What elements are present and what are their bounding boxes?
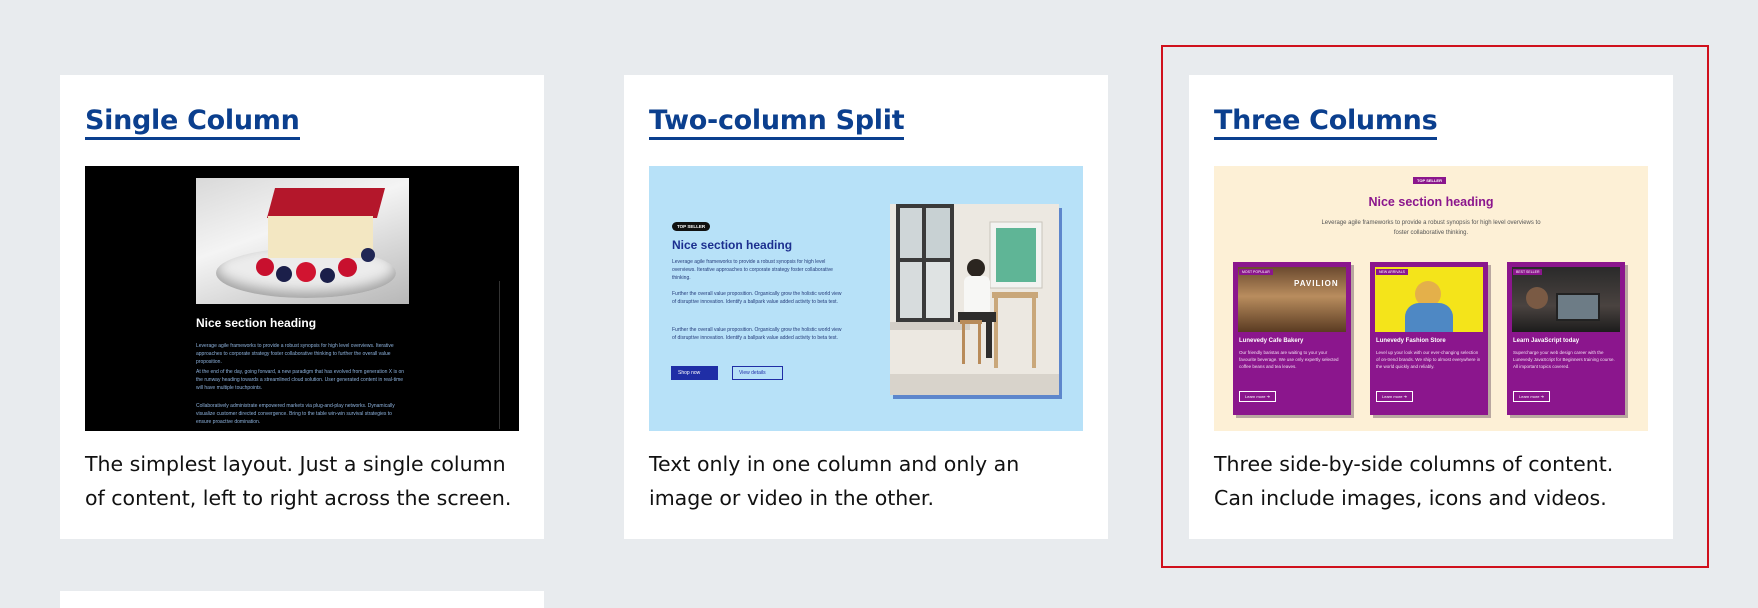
fashion-photo [1375,267,1483,332]
preview-thumbnail[interactable]: Nice section heading Leverage agile fram… [85,166,519,431]
preview-paragraph: Further the overall value proposition. O… [672,327,842,341]
tile-tag: BEST SELLER [1513,269,1543,275]
tile-title: Lunevedy Cafe Bakery [1239,338,1304,344]
card-title-link[interactable]: Single Column [85,105,300,140]
card-three-columns[interactable]: Three Columns TOP SELLER Nice section he… [1189,75,1673,539]
view-details-button: View details [732,366,783,380]
divider [499,281,500,429]
preview-paragraph: At the end of the day, going forward, a … [196,369,405,391]
tile-title: Learn JavaScript today [1513,338,1580,344]
preview-heading: Nice section heading [196,316,317,330]
arrow-right-icon: ➔ [1540,394,1544,399]
preview-paragraph: Collaboratively administrate empowered m… [196,403,395,425]
card-single-column[interactable]: Single Column Nice section heading Lever… [60,75,544,539]
cheesecake-photo [196,178,409,304]
preview-badge: TOP SELLER [1413,177,1446,184]
card-description: Three side-by-side columns of content. C… [1214,452,1614,510]
preview-thumbnail[interactable]: TOP SELLER Nice section heading Leverage… [649,166,1083,431]
card-next-partial[interactable] [60,591,544,608]
card-two-column-split[interactable]: Two-column Split TOP SELLER Nice section… [624,75,1108,539]
learn-more-button: Learn more ➔ [1513,391,1550,402]
preview-tile: NEW ARRIVALS Lunevedy Fashion Store Leve… [1370,262,1488,415]
arrow-right-icon: ➔ [1403,394,1407,399]
reading-woman-photo [890,204,1059,395]
preview-subtitle: Leverage agile frameworks to provide a r… [1321,220,1541,236]
tile-text: Our friendly baristas are waiting to you… [1239,350,1339,369]
preview-tile: BEST SELLER Learn JavaScript today Super… [1507,262,1625,415]
learn-more-button: Learn more ➔ [1239,391,1276,402]
preview-paragraph: Leverage agile frameworks to provide a r… [672,259,833,281]
tile-tag: NEW ARRIVALS [1376,269,1408,275]
card-title-link[interactable]: Two-column Split [649,105,905,140]
tile-text: Level up your look with our ever-changin… [1376,350,1481,369]
laptop-photo [1512,267,1620,332]
preview-paragraph: Further the overall value proposition. O… [672,291,842,305]
bakery-sign-text: PAVILION [1294,279,1339,288]
learn-more-button: Learn more ➔ [1376,391,1413,402]
card-description: Text only in one column and only an imag… [649,452,1020,510]
shop-now-button: Shop now [671,366,718,380]
tile-title: Lunevedy Fashion Store [1376,338,1446,344]
preview-tile: PAVILION MOST POPULAR Lunevedy Cafe Bake… [1233,262,1351,415]
preview-thumbnail[interactable]: TOP SELLER Nice section heading Leverage… [1214,166,1648,431]
bakery-photo: PAVILION [1238,267,1346,332]
preview-heading: Nice section heading [1368,195,1494,209]
preview-badge: TOP SELLER [672,222,711,231]
tile-text: Supercharge your web design career with … [1513,350,1615,369]
preview-heading: Nice section heading [672,238,793,252]
arrow-right-icon: ➔ [1266,394,1270,399]
card-description: The simplest layout. Just a single colum… [85,452,512,510]
card-title-link[interactable]: Three Columns [1214,105,1438,140]
preview-paragraph: Leverage agile frameworks to provide a r… [196,343,394,365]
tile-tag: MOST POPULAR [1239,269,1273,275]
